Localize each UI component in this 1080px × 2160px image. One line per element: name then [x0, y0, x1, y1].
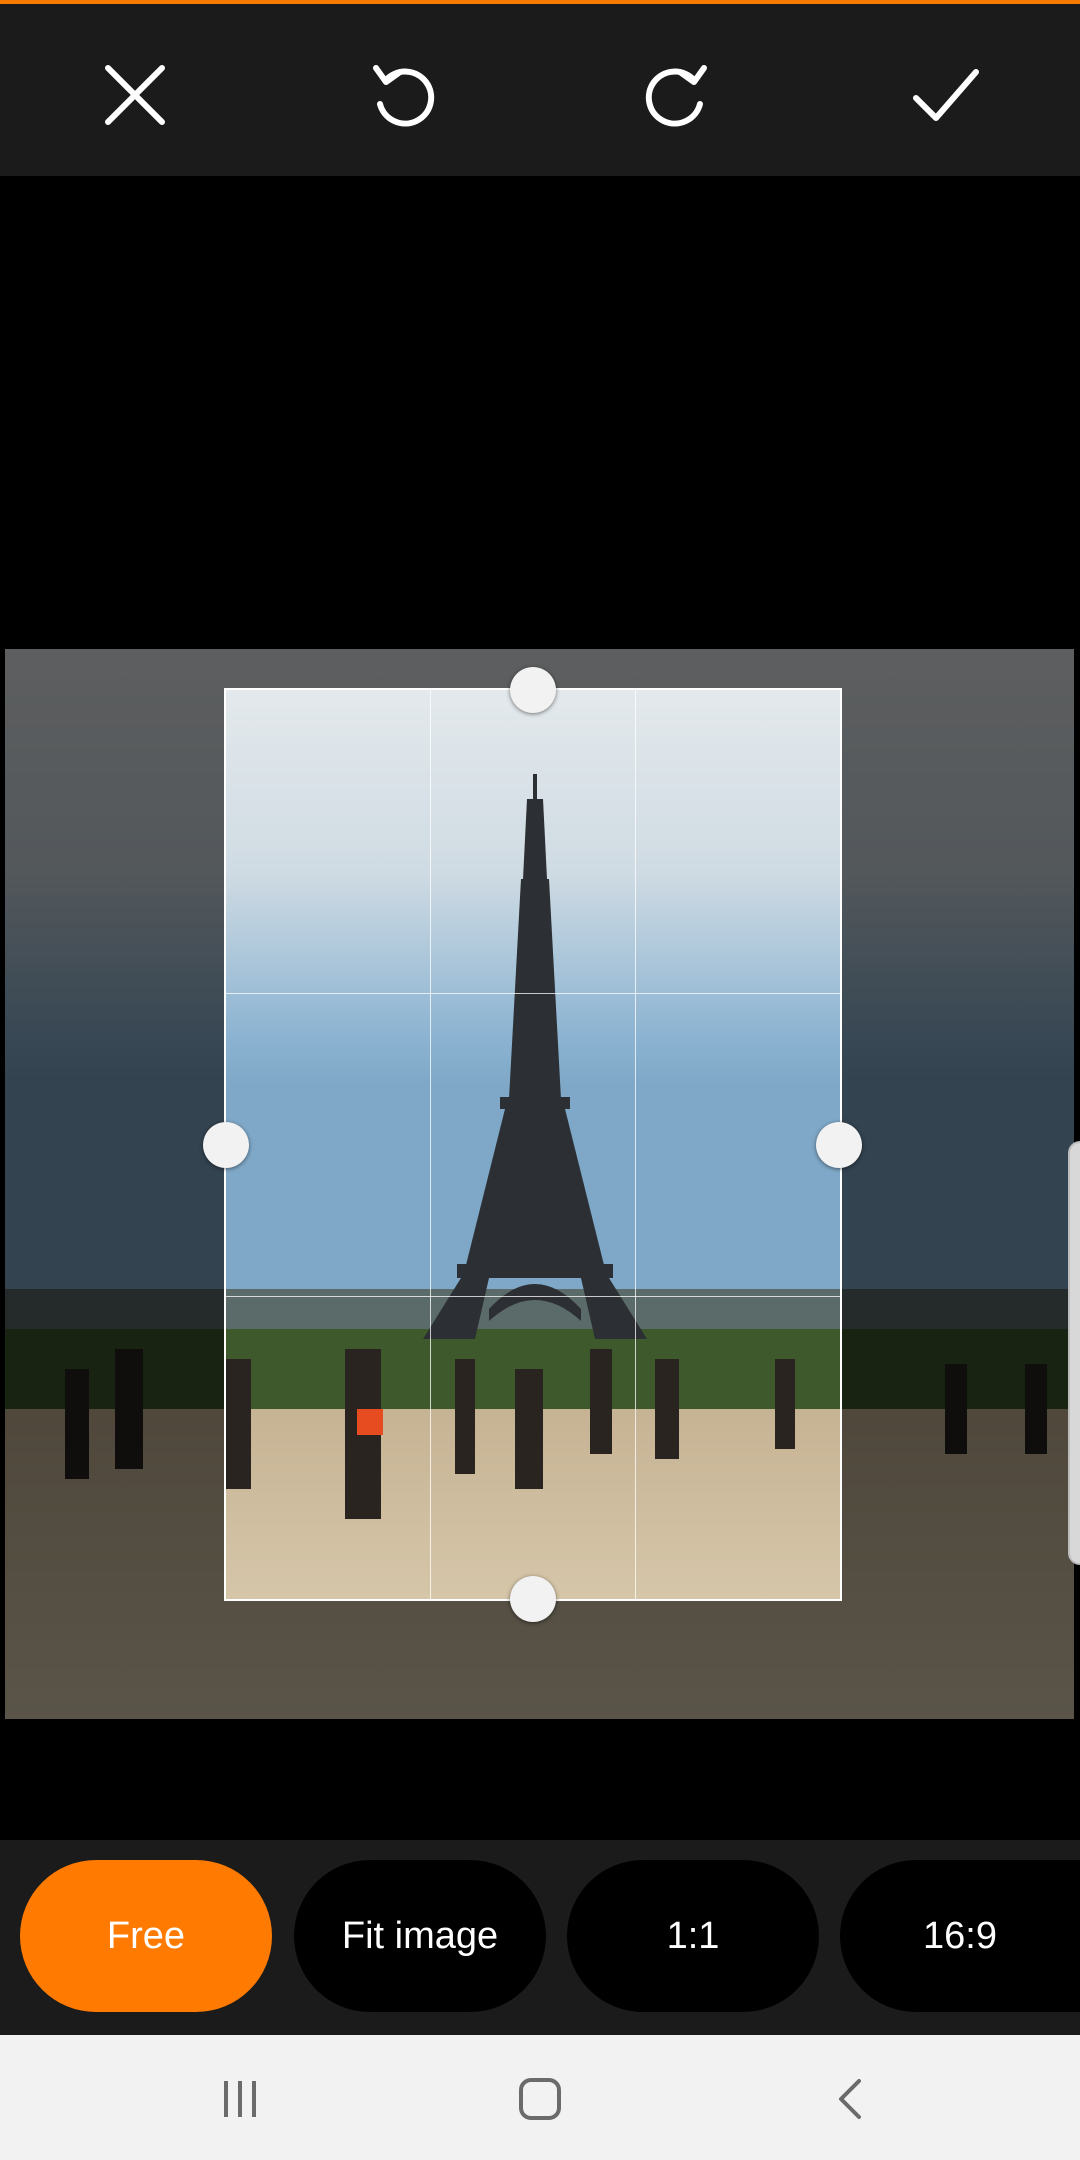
- side-panel-handle[interactable]: [1068, 1141, 1080, 1565]
- rotate-right-button[interactable]: [630, 50, 720, 140]
- crop-handle-bottom[interactable]: [510, 1576, 556, 1622]
- ratio-1-1-button[interactable]: 1:1: [567, 1860, 819, 2012]
- close-button[interactable]: [90, 50, 180, 140]
- grid-line: [430, 690, 431, 1599]
- check-icon: [913, 69, 979, 121]
- crop-handle-top[interactable]: [510, 667, 556, 713]
- home-button[interactable]: [510, 2077, 570, 2121]
- recent-apps-icon: [224, 2081, 256, 2117]
- recent-apps-button[interactable]: [210, 2077, 270, 2121]
- editor-toolbar: [0, 4, 1080, 176]
- crop-frame[interactable]: [224, 688, 842, 1601]
- ratio-16-9-button[interactable]: 16:9: [840, 1860, 1080, 2012]
- ratio-fit-image-button[interactable]: Fit image: [294, 1860, 546, 2012]
- crop-handle-left[interactable]: [203, 1122, 249, 1168]
- home-icon: [519, 2078, 561, 2120]
- crop-preview: [226, 690, 840, 1599]
- rotate-left-button[interactable]: [360, 50, 450, 140]
- grid-line: [226, 1296, 840, 1297]
- rotate-right-icon: [645, 65, 707, 127]
- back-button[interactable]: [820, 2077, 880, 2121]
- image-canvas: [0, 176, 1080, 1839]
- rotate-left-icon: [373, 65, 435, 127]
- ratio-free-button[interactable]: Free: [20, 1860, 272, 2012]
- back-icon: [839, 2079, 861, 2119]
- crop-handle-right[interactable]: [816, 1122, 862, 1168]
- aspect-ratio-bar: Free Fit image 1:1 16:9: [0, 1840, 1080, 2035]
- system-navigation-bar: [0, 2035, 1080, 2160]
- confirm-button[interactable]: [900, 50, 990, 140]
- grid-line: [635, 690, 636, 1599]
- close-icon: [105, 65, 165, 125]
- grid-line: [226, 993, 840, 994]
